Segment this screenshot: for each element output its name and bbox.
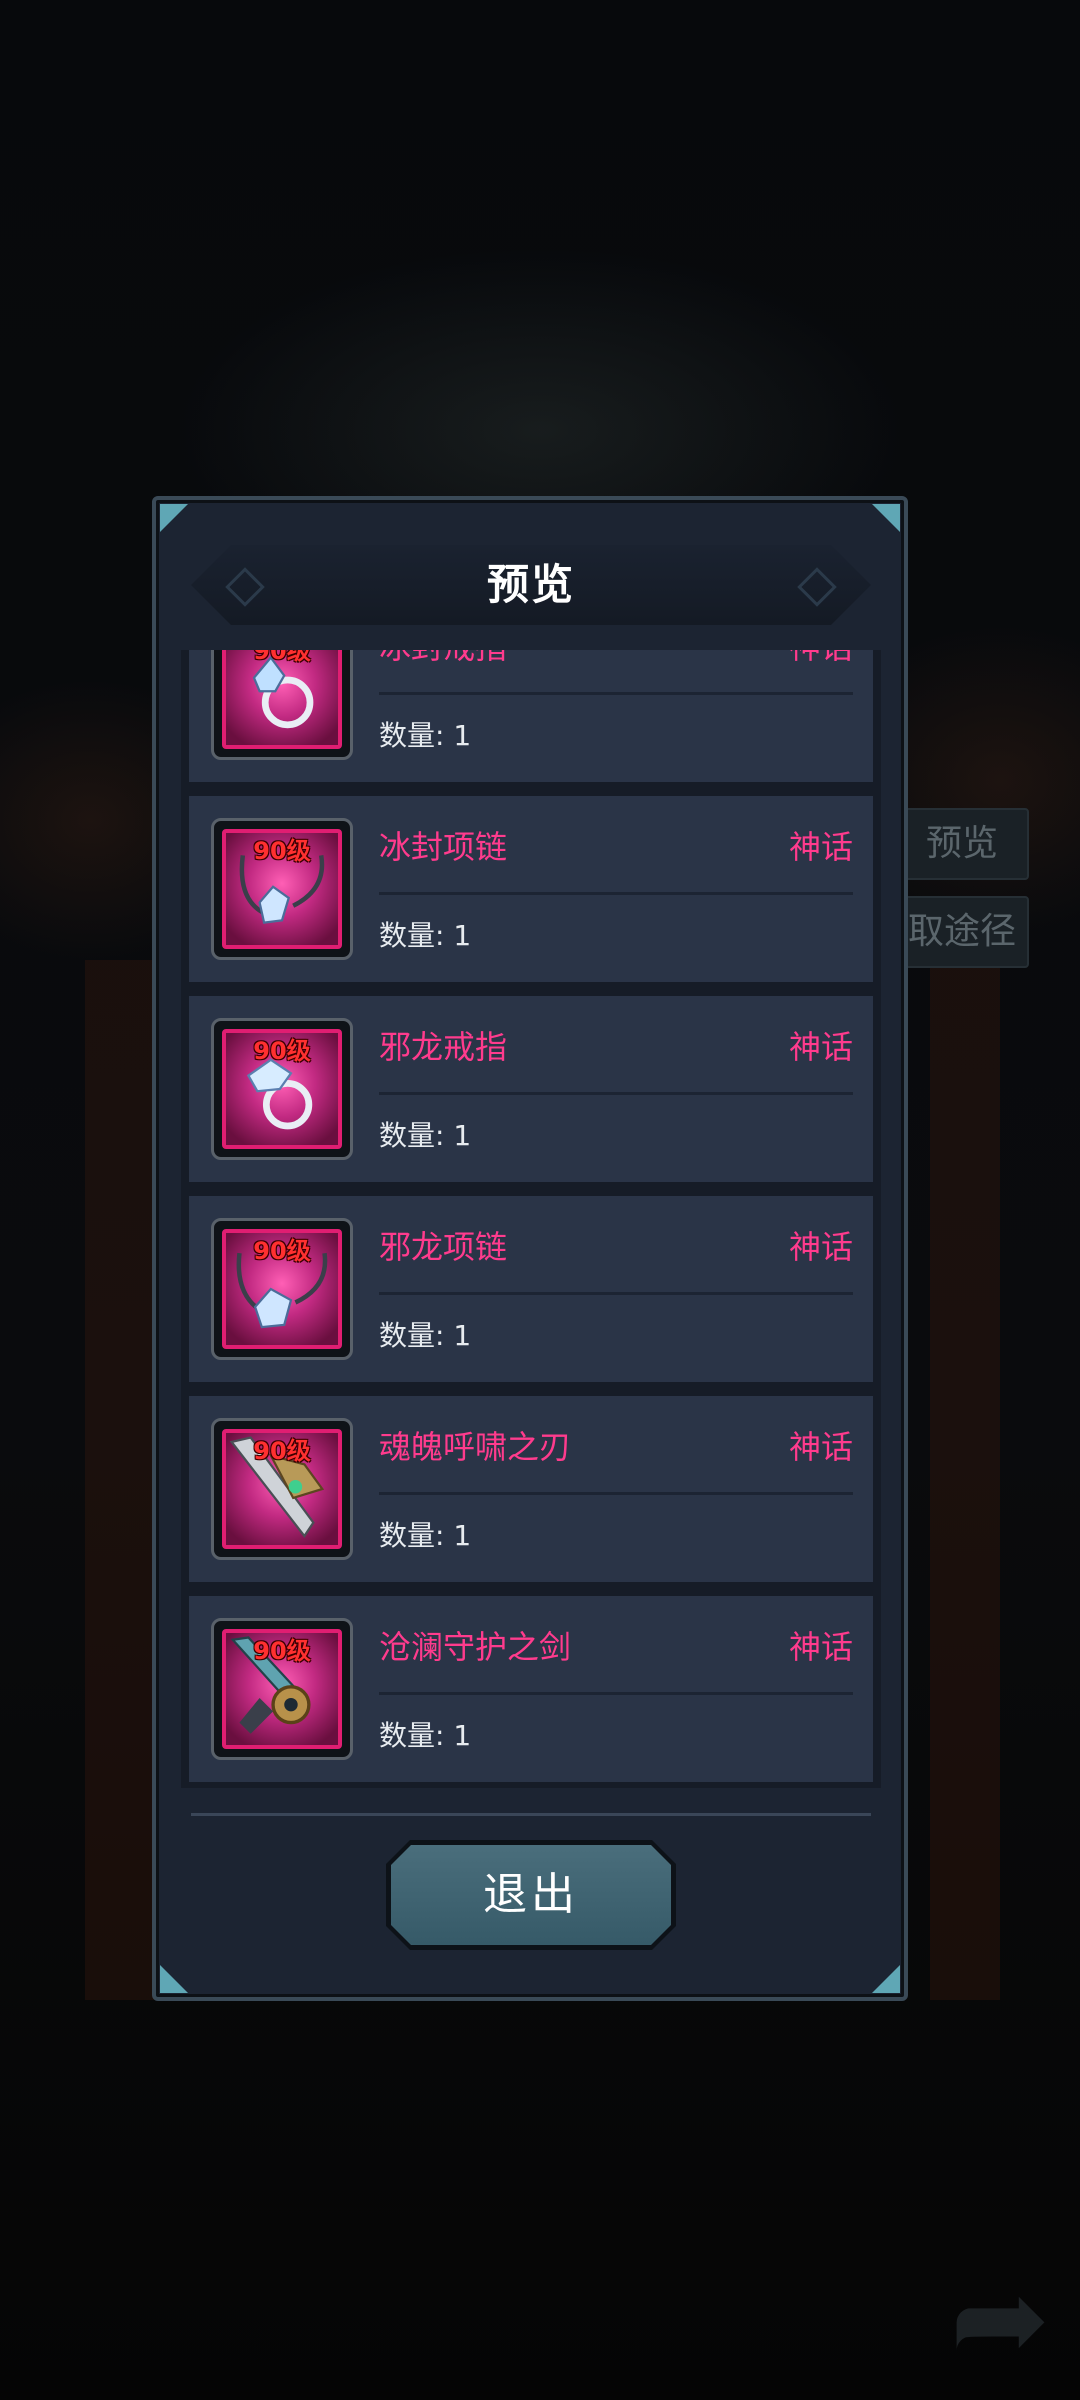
divider <box>379 1692 853 1695</box>
frame-corner <box>160 504 188 532</box>
item-quantity: 数量: 1 <box>379 1119 472 1152</box>
item-level: 90级 <box>253 1637 311 1665</box>
item-level: 90级 <box>253 1237 311 1265</box>
item-quantity: 数量: 1 <box>379 719 472 752</box>
item-name: 邪龙项链 <box>379 1228 508 1266</box>
background-pillar <box>85 960 155 2000</box>
item-level: 90级 <box>253 1037 311 1065</box>
background-pillar <box>930 960 1000 2000</box>
list-item[interactable]: 90级 邪龙戒指 神话 数量: 1 <box>189 996 873 1182</box>
divider <box>379 1292 853 1295</box>
item-icon-frame[interactable]: 90级 <box>211 650 353 760</box>
item-icon-frame[interactable]: 90级 <box>211 1218 353 1360</box>
frame-corner <box>872 504 900 532</box>
divider <box>379 692 853 695</box>
item-name: 魂魄呼啸之刃 <box>379 1428 572 1466</box>
item-rarity: 神话 <box>788 1228 853 1266</box>
divider <box>379 892 853 895</box>
item-icon-frame[interactable]: 90级 <box>211 1018 353 1160</box>
item-name: 邪龙戒指 <box>379 1028 508 1066</box>
item-icon-frame[interactable]: 90级 <box>211 1418 353 1560</box>
item-rarity: 神话 <box>788 1028 853 1066</box>
reward-list-content: 90级 冰封戒指 神话 数量: 1 90级 <box>181 650 881 1788</box>
item-name: 沧澜守护之剑 <box>379 1628 572 1666</box>
item-icon-frame[interactable]: 90级 <box>211 1618 353 1760</box>
background-return-arrow-icon: ➦ <box>949 2250 1051 2389</box>
item-name: 冰封戒指 <box>379 650 507 668</box>
exit-button[interactable]: 退出 <box>386 1840 676 1950</box>
item-level: 90级 <box>253 1437 311 1465</box>
reward-list[interactable]: 90级 冰封戒指 神话 数量: 1 90级 <box>181 650 881 1788</box>
exit-button-label: 退出 <box>391 1845 671 1945</box>
background-preview-button: 预览 <box>895 808 1029 880</box>
item-quantity: 数量: 1 <box>379 1519 472 1552</box>
dialog-title: 预览 <box>486 560 575 609</box>
frame-corner <box>872 1965 900 1993</box>
list-item[interactable]: 90级 冰封戒指 神话 数量: 1 <box>189 650 873 782</box>
item-name: 冰封项链 <box>379 828 508 866</box>
item-rarity: 神话 <box>788 1628 853 1666</box>
dialog-title-bar: 预览 <box>191 545 871 625</box>
frame-corner <box>160 1965 188 1993</box>
list-item[interactable]: 90级 沧澜守护之剑 神话 数量: 1 <box>189 1596 873 1782</box>
item-rarity: 神话 <box>789 650 853 668</box>
preview-dialog: 预览 90级 冰封戒指 神话 数量: 1 <box>152 496 908 2001</box>
list-item[interactable]: 90级 邪龙项链 神话 数量: 1 <box>189 1196 873 1382</box>
item-rarity: 神话 <box>788 1428 853 1466</box>
item-rarity: 神话 <box>788 828 853 866</box>
item-level: 90级 <box>253 837 311 865</box>
list-item[interactable]: 90级 魂魄呼啸之刃 神话 数量: 1 <box>189 1396 873 1582</box>
item-quantity: 数量: 1 <box>379 1719 472 1752</box>
divider <box>191 1813 871 1816</box>
list-item[interactable]: 90级 冰封项链 神话 数量: 1 <box>189 796 873 982</box>
item-quantity: 数量: 1 <box>379 919 472 952</box>
item-quantity: 数量: 1 <box>379 1319 472 1352</box>
item-level: 90级 <box>253 650 311 665</box>
divider <box>379 1492 853 1495</box>
background-source-button: 取途径 <box>895 896 1029 968</box>
item-icon-frame[interactable]: 90级 <box>211 818 353 960</box>
divider <box>379 1092 853 1095</box>
